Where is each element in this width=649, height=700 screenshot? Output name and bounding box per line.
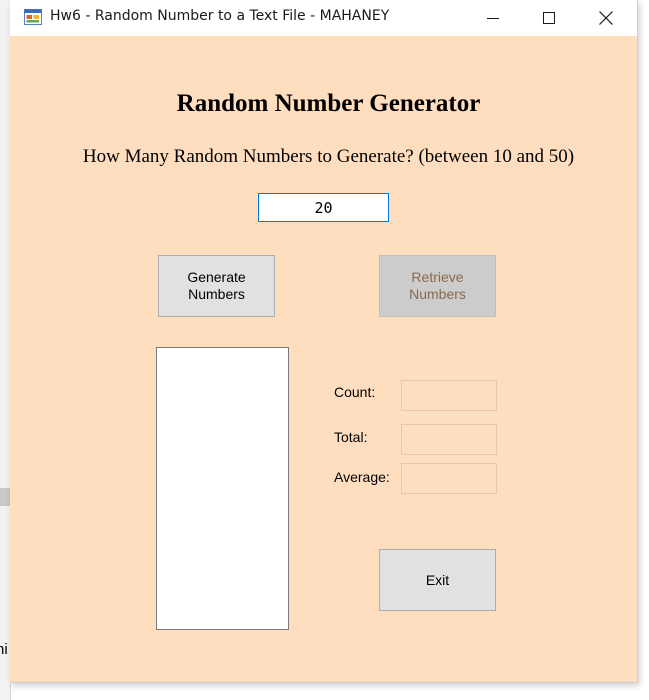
average-label: Average: — [334, 469, 390, 485]
maximize-button[interactable] — [526, 0, 572, 36]
winforms-app-icon — [24, 9, 42, 25]
minimize-icon — [487, 18, 499, 19]
close-icon — [599, 11, 613, 25]
background-window-strip — [0, 488, 10, 506]
exit-button[interactable]: Exit — [379, 549, 496, 611]
average-output — [401, 463, 497, 494]
maximize-icon — [543, 12, 555, 24]
count-output — [401, 380, 497, 411]
generate-numbers-button[interactable]: Generate Numbers — [158, 255, 275, 317]
total-label: Total: — [334, 429, 368, 445]
title-bar[interactable]: Hw6 - Random Number to a Text File - MAH… — [10, 0, 637, 36]
total-output — [401, 424, 497, 455]
window-title: Hw6 - Random Number to a Text File - MAH… — [50, 8, 390, 24]
count-label: Count: — [334, 384, 376, 400]
minimize-button[interactable] — [470, 0, 516, 36]
count-prompt: How Many Random Numbers to Generate? (be… — [82, 146, 575, 167]
app-window: Hw6 - Random Number to a Text File - MAH… — [10, 0, 638, 683]
form-heading: Random Number Generator — [176, 90, 481, 117]
count-input[interactable] — [258, 193, 389, 222]
numbers-listbox[interactable] — [156, 347, 289, 630]
retrieve-numbers-button[interactable]: Retrieve Numbers — [379, 255, 496, 317]
close-button[interactable] — [583, 0, 629, 36]
background-clipped-text: hi — [0, 641, 8, 658]
